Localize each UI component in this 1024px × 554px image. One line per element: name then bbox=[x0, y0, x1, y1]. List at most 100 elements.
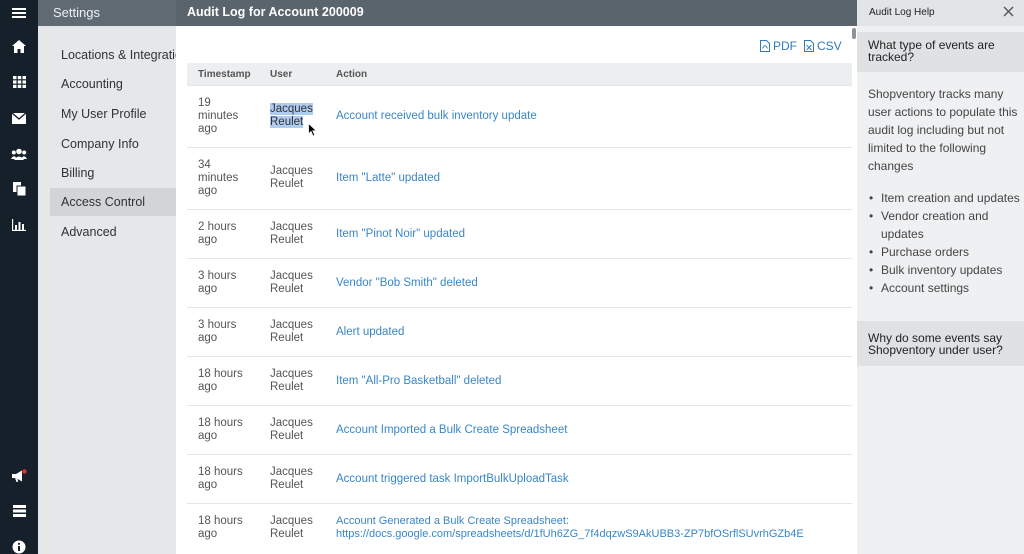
user-first-name: Jacques bbox=[270, 466, 313, 478]
timestamp-line: 34 bbox=[198, 159, 211, 171]
table-row: 18 hours ago Jacques Reulet Item "All-Pr… bbox=[187, 356, 852, 405]
timestamp-cell: 18 hours ago bbox=[198, 368, 258, 394]
user-cell: Jacques Reulet bbox=[270, 221, 330, 247]
user-first-name: Jacques bbox=[270, 417, 313, 429]
info-icon[interactable] bbox=[0, 534, 38, 554]
timestamp-line: 18 hours bbox=[198, 417, 243, 429]
spreadsheet-url[interactable]: https://docs.google.com/spreadsheets/d/1… bbox=[336, 528, 846, 541]
user-last-name: Reulet bbox=[270, 332, 304, 344]
user-first-name: Jacques bbox=[270, 103, 313, 115]
help-panel-header: Audit Log Help bbox=[857, 0, 1024, 26]
user-last-name: Reulet bbox=[270, 528, 304, 540]
column-header-action[interactable]: Action bbox=[336, 69, 367, 80]
action-link[interactable]: Account received bulk inventory update bbox=[336, 110, 846, 123]
timestamp-line: ago bbox=[198, 528, 218, 540]
export-csv-label: CSV bbox=[817, 39, 842, 53]
user-first-name: Jacques bbox=[270, 368, 313, 380]
settings-item-my-user-profile[interactable]: My User Profile bbox=[50, 100, 176, 128]
action-link[interactable]: Alert updated bbox=[336, 326, 846, 339]
timestamp-line: ago bbox=[198, 332, 218, 344]
user-last-name: Reulet bbox=[270, 430, 304, 442]
user-cell: Jacques Reulet bbox=[270, 466, 330, 492]
timestamp-line: minutes bbox=[198, 172, 239, 184]
timestamp-line: minutes bbox=[198, 110, 239, 122]
user-first-name: Jacques bbox=[270, 165, 313, 177]
server-icon[interactable] bbox=[0, 498, 38, 524]
timestamp-cell: 2 hours ago bbox=[198, 221, 258, 247]
timestamp-line: ago bbox=[198, 430, 218, 442]
documents-icon[interactable] bbox=[0, 176, 38, 202]
timestamp-line: ago bbox=[198, 283, 218, 295]
timestamp-line: ago bbox=[198, 479, 218, 491]
table-row: 3 hours ago Jacques Reulet Alert updated bbox=[187, 307, 852, 356]
export-csv-button[interactable]: CSV bbox=[804, 39, 842, 53]
help-question-shopventory-user[interactable]: Why do some events say Shopventory under… bbox=[857, 321, 1024, 366]
timestamp-line: 2 hours bbox=[198, 221, 237, 233]
settings-item-company-info[interactable]: Company Info bbox=[50, 130, 176, 158]
table-row: 18 hours ago Jacques Reulet Account Impo… bbox=[187, 405, 852, 454]
user-last-name: Reulet bbox=[270, 116, 304, 128]
export-pdf-button[interactable]: PDF bbox=[760, 39, 797, 53]
user-cell: Jacques Reulet bbox=[270, 103, 330, 129]
action-link[interactable]: Account Generated a Bulk Create Spreadsh… bbox=[336, 515, 846, 541]
user-cell: Jacques Reulet bbox=[270, 368, 330, 394]
action-link[interactable]: Item "Latte" updated bbox=[336, 172, 846, 185]
settings-item-accounting[interactable]: Accounting bbox=[50, 70, 176, 98]
user-cell: Jacques Reulet bbox=[270, 417, 330, 443]
answer-line: Shopventory tracks many bbox=[868, 87, 1004, 101]
pdf-file-icon bbox=[760, 40, 770, 52]
action-link[interactable]: Item "All-Pro Basketball" deleted bbox=[336, 375, 846, 388]
user-first-name: Jacques bbox=[270, 270, 313, 282]
timestamp-line: 3 hours bbox=[198, 319, 237, 331]
scrollbar-thumb[interactable] bbox=[852, 28, 856, 39]
help-question-events-tracked[interactable]: What type of events are tracked? bbox=[857, 32, 1024, 72]
settings-item-locations[interactable]: Locations & Integrations bbox=[50, 41, 176, 69]
answer-line: user actions to populate this bbox=[868, 105, 1018, 119]
table-row: 3 hours ago Jacques Reulet Vendor "Bob S… bbox=[187, 258, 852, 307]
home-icon[interactable] bbox=[0, 33, 38, 59]
action-link[interactable]: Account triggered task ImportBulkUploadT… bbox=[336, 473, 846, 486]
tracked-events-list: Item creation and updates Vendor creatio… bbox=[868, 189, 1024, 297]
user-first-name: Jacques bbox=[270, 221, 313, 233]
list-item-text: Purchase orders bbox=[881, 245, 970, 259]
mail-icon[interactable] bbox=[0, 105, 38, 131]
timestamp-cell: 18 hours ago bbox=[198, 515, 258, 541]
action-text: Account Generated a Bulk Create Spreadsh… bbox=[336, 515, 569, 527]
bar-chart-icon[interactable] bbox=[0, 212, 38, 238]
csv-file-icon bbox=[804, 40, 814, 52]
megaphone-icon[interactable] bbox=[0, 463, 38, 489]
users-icon[interactable] bbox=[0, 141, 38, 167]
user-last-name: Reulet bbox=[270, 283, 304, 295]
user-first-name: Jacques bbox=[270, 319, 313, 331]
help-answer-text: Shopventory tracks many user actions to … bbox=[868, 85, 1018, 175]
column-header-timestamp[interactable]: Timestamp bbox=[198, 69, 251, 80]
answer-line: changes bbox=[868, 159, 914, 173]
menu-icon[interactable] bbox=[0, 0, 38, 26]
timestamp-cell: 18 hours ago bbox=[198, 466, 258, 492]
close-icon[interactable] bbox=[1003, 6, 1014, 17]
user-last-name: Reulet bbox=[270, 234, 304, 246]
action-link[interactable]: Vendor "Bob Smith" deleted bbox=[336, 277, 846, 290]
table-row: 19 minutes ago Jacques Reulet Account re… bbox=[187, 85, 852, 147]
table-row: 18 hours ago Jacques Reulet Account trig… bbox=[187, 454, 852, 503]
question-line: Shopventory under user? bbox=[868, 343, 1003, 357]
settings-item-advanced[interactable]: Advanced bbox=[50, 218, 176, 246]
audit-log-help-panel: Audit Log Help What type of events are t… bbox=[857, 0, 1024, 554]
column-header-user[interactable]: User bbox=[270, 69, 292, 80]
list-item-text: Vendor creation and bbox=[881, 209, 989, 223]
action-link[interactable]: Item "Pinot Noir" updated bbox=[336, 228, 846, 241]
timestamp-line: ago bbox=[198, 381, 218, 393]
settings-item-access-control[interactable]: Access Control bbox=[50, 188, 176, 216]
export-pdf-label: PDF bbox=[773, 39, 797, 53]
list-item-text: Bulk inventory updates bbox=[881, 263, 1003, 277]
list-item-text: updates bbox=[881, 227, 924, 241]
settings-item-billing[interactable]: Billing bbox=[50, 159, 176, 187]
grid-icon[interactable] bbox=[0, 69, 38, 95]
timestamp-line: 18 hours bbox=[198, 466, 243, 478]
modal-title: Audit Log for Account 200009 bbox=[176, 0, 857, 26]
action-link[interactable]: Account Imported a Bulk Create Spreadshe… bbox=[336, 424, 846, 437]
timestamp-line: 19 bbox=[198, 97, 211, 109]
user-cell: Jacques Reulet bbox=[270, 319, 330, 345]
list-item: Bulk inventory updates bbox=[868, 261, 1024, 279]
icon-rail bbox=[0, 0, 38, 554]
